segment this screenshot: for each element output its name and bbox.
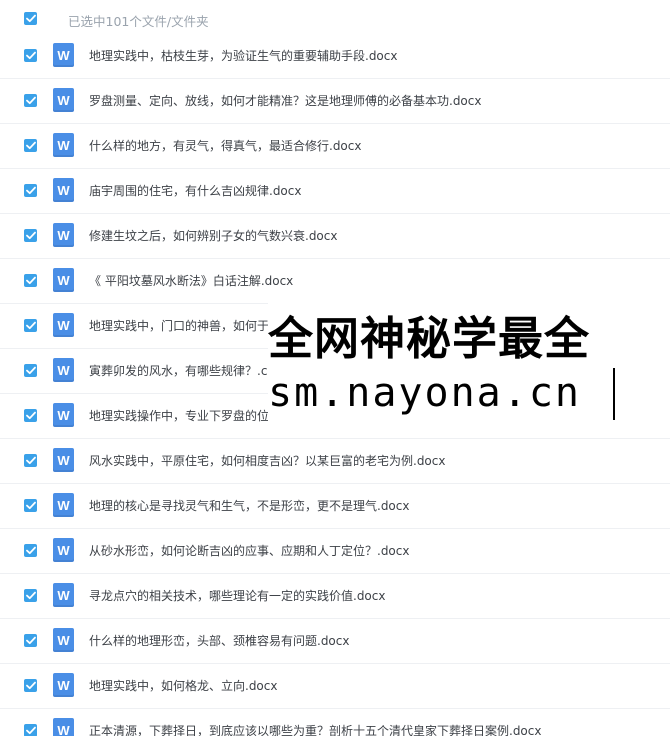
- file-checkbox[interactable]: [24, 499, 37, 512]
- word-doc-icon: W: [53, 88, 74, 112]
- word-doc-icon: W: [53, 448, 74, 472]
- file-name[interactable]: 寻龙点穴的相关技术，哪些理论有一定的实践价值.docx: [89, 587, 385, 604]
- file-row[interactable]: W 寻龙点穴的相关技术，哪些理论有一定的实践价值.docx: [0, 574, 670, 619]
- checkmark-icon: [25, 681, 36, 690]
- word-doc-icon: W: [53, 493, 74, 517]
- file-checkbox[interactable]: [24, 229, 37, 242]
- watermark-title: 全网神秘学最全: [268, 312, 591, 365]
- file-name[interactable]: 地理实践操作中，专业下罗盘的位: [89, 407, 269, 424]
- select-all-checkbox[interactable]: [24, 12, 37, 25]
- checkmark-icon: [25, 14, 36, 23]
- checkmark-icon: [25, 276, 36, 285]
- word-doc-icon: W: [53, 223, 74, 247]
- word-doc-icon: W: [53, 43, 74, 67]
- word-doc-icon: W: [53, 268, 74, 292]
- file-name[interactable]: 什么样的地方，有灵气，得真气，最适合修行.docx: [89, 137, 361, 154]
- file-name[interactable]: 地理实践中，如何格龙、立向.docx: [89, 677, 277, 694]
- file-row[interactable]: W 地理实践中，枯枝生芽，为验证生气的重要辅助手段.docx: [0, 34, 670, 79]
- watermark-overlay: 全网神秘学最全 sm.nayona.cn: [268, 298, 670, 432]
- checkmark-icon: [25, 411, 36, 420]
- file-row[interactable]: W 罗盘测量、定向、放线，如何才能精准？这是地理师傅的必备基本功.docx: [0, 79, 670, 124]
- checkmark-icon: [25, 366, 36, 375]
- file-checkbox[interactable]: [24, 589, 37, 602]
- file-name[interactable]: 地理实践中，门口的神兽，如何于: [89, 317, 269, 334]
- file-row[interactable]: W 什么样的地理形峦，头部、颈椎容易有问题.docx: [0, 619, 670, 664]
- word-doc-icon: W: [53, 718, 74, 736]
- file-checkbox[interactable]: [24, 184, 37, 197]
- file-row[interactable]: W 风水实践中，平原住宅，如何相度吉凶？以某巨富的老宅为例.docx: [0, 439, 670, 484]
- word-doc-icon: W: [53, 628, 74, 652]
- checkmark-icon: [25, 456, 36, 465]
- file-selection-page: 已选中101个文件/文件夹 W 地理实践中，枯枝生芽，为验证生气的重要辅助手段.d…: [0, 0, 670, 736]
- file-checkbox[interactable]: [24, 634, 37, 647]
- word-doc-icon: W: [53, 178, 74, 202]
- checkmark-icon: [25, 546, 36, 555]
- checkmark-icon: [25, 636, 36, 645]
- file-checkbox[interactable]: [24, 274, 37, 287]
- watermark-url: sm.nayona.cn: [268, 370, 581, 416]
- file-checkbox[interactable]: [24, 679, 37, 692]
- file-name[interactable]: 地理的核心是寻找灵气和生气，不是形峦，更不是理气.docx: [89, 497, 409, 514]
- file-row[interactable]: W 庙宇周围的住宅，有什么吉凶规律.docx: [0, 169, 670, 214]
- file-name[interactable]: 修建生坟之后，如何辨别子女的气数兴衰.docx: [89, 227, 337, 244]
- file-checkbox[interactable]: [24, 724, 37, 736]
- file-name[interactable]: 什么样的地理形峦，头部、颈椎容易有问题.docx: [89, 632, 349, 649]
- text-cursor: [613, 368, 615, 420]
- file-name[interactable]: 《 平阳坟墓风水断法》白话注解.docx: [89, 272, 293, 289]
- file-name[interactable]: 从砂水形峦，如何论断吉凶的应事、应期和人丁定位？.docx: [89, 542, 409, 559]
- file-name[interactable]: 寅葬卯发的风水，有哪些规律？.c: [89, 362, 267, 379]
- file-row[interactable]: W 什么样的地方，有灵气，得真气，最适合修行.docx: [0, 124, 670, 169]
- checkmark-icon: [25, 141, 36, 150]
- file-checkbox[interactable]: [24, 49, 37, 62]
- file-name[interactable]: 庙宇周围的住宅，有什么吉凶规律.docx: [89, 182, 301, 199]
- word-doc-icon: W: [53, 358, 74, 382]
- word-doc-icon: W: [53, 403, 74, 427]
- file-row[interactable]: W 从砂水形峦，如何论断吉凶的应事、应期和人丁定位？.docx: [0, 529, 670, 574]
- checkmark-icon: [25, 726, 36, 735]
- file-name[interactable]: 地理实践中，枯枝生芽，为验证生气的重要辅助手段.docx: [89, 47, 397, 64]
- file-checkbox[interactable]: [24, 409, 37, 422]
- file-checkbox[interactable]: [24, 139, 37, 152]
- file-row[interactable]: W 正本清源，下葬择日，到底应该以哪些为重？剖析十五个清代皇家下葬择日案例.doc…: [0, 709, 670, 736]
- file-row[interactable]: W 地理的核心是寻找灵气和生气，不是形峦，更不是理气.docx: [0, 484, 670, 529]
- file-checkbox[interactable]: [24, 454, 37, 467]
- checkmark-icon: [25, 96, 36, 105]
- file-checkbox[interactable]: [24, 544, 37, 557]
- checkmark-icon: [25, 321, 36, 330]
- checkmark-icon: [25, 186, 36, 195]
- file-name[interactable]: 正本清源，下葬择日，到底应该以哪些为重？剖析十五个清代皇家下葬择日案例.docx: [89, 722, 541, 736]
- word-doc-icon: W: [53, 538, 74, 562]
- checkmark-icon: [25, 231, 36, 240]
- file-row[interactable]: W 地理实践中，如何格龙、立向.docx: [0, 664, 670, 709]
- word-doc-icon: W: [53, 133, 74, 157]
- word-doc-icon: W: [53, 583, 74, 607]
- file-name[interactable]: 罗盘测量、定向、放线，如何才能精准？这是地理师傅的必备基本功.docx: [89, 92, 481, 109]
- file-name[interactable]: 风水实践中，平原住宅，如何相度吉凶？以某巨富的老宅为例.docx: [89, 452, 445, 469]
- file-checkbox[interactable]: [24, 319, 37, 332]
- word-doc-icon: W: [53, 313, 74, 337]
- checkmark-icon: [25, 51, 36, 60]
- checkmark-icon: [25, 501, 36, 510]
- file-checkbox[interactable]: [24, 364, 37, 377]
- selection-count-label: 已选中101个文件/文件夹: [68, 14, 209, 29]
- word-doc-icon: W: [53, 673, 74, 697]
- file-checkbox[interactable]: [24, 94, 37, 107]
- file-row[interactable]: W 修建生坟之后，如何辨别子女的气数兴衰.docx: [0, 214, 670, 259]
- checkmark-icon: [25, 591, 36, 600]
